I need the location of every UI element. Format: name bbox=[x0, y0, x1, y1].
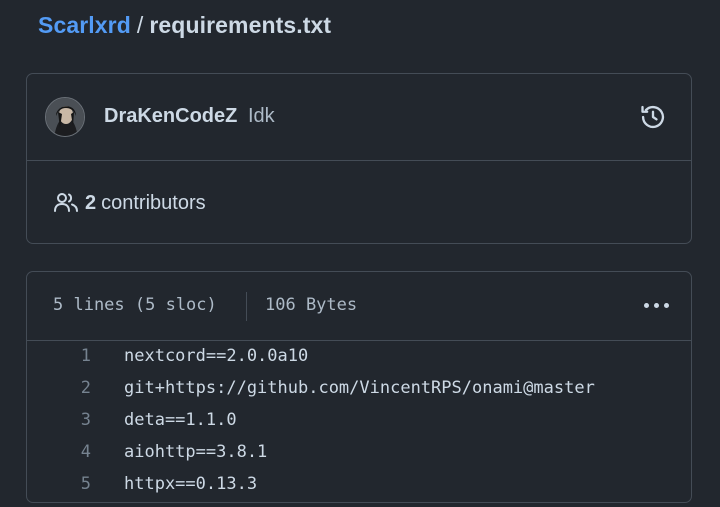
file-size: 106 Bytes bbox=[265, 295, 358, 315]
line-number[interactable]: 1 bbox=[59, 340, 91, 372]
line-number[interactable]: 3 bbox=[59, 404, 91, 436]
line-text: nextcord==2.0.0a10 bbox=[124, 346, 309, 366]
file-viewer: 5 lines (5 sloc) 106 Bytes 1 nextcord==2.… bbox=[26, 271, 692, 503]
line-text: aiohttp==3.8.1 bbox=[124, 442, 268, 462]
line-text: git+https://github.com/VincentRPS/onami@… bbox=[124, 378, 595, 398]
file-name: requirements.txt bbox=[149, 12, 332, 38]
code-line: 2 git+https://github.com/VincentRPS/onami… bbox=[27, 372, 691, 404]
repo-link[interactable]: Scarlxrd bbox=[38, 12, 131, 38]
line-text: httpx==0.13.3 bbox=[124, 474, 258, 494]
contributors-count: 2 bbox=[85, 192, 97, 214]
code-line: 1 nextcord==2.0.0a10 bbox=[27, 340, 691, 372]
code-line: 4 aiohttp==3.8.1 bbox=[27, 436, 691, 468]
code-view: 1 nextcord==2.0.0a10 2 git+https://github.… bbox=[27, 340, 691, 500]
latest-commit-box: DraKenCodeZ Idk 2 contributors bbox=[26, 73, 692, 244]
contributors-row[interactable]: 2 contributors bbox=[27, 161, 691, 245]
code-line: 3 deta==1.1.0 bbox=[27, 404, 691, 436]
code-line: 5 httpx==0.13.3 bbox=[27, 468, 691, 500]
breadcrumb: Scarlxrd / requirements.txt bbox=[38, 12, 331, 39]
line-number[interactable]: 2 bbox=[59, 372, 91, 404]
commit-message[interactable]: Idk bbox=[248, 105, 275, 128]
commit-row: DraKenCodeZ Idk bbox=[27, 74, 691, 161]
line-number[interactable]: 4 bbox=[59, 436, 91, 468]
avatar[interactable] bbox=[45, 97, 85, 137]
breadcrumb-separator: / bbox=[136, 12, 144, 38]
kebab-horizontal-icon[interactable] bbox=[641, 295, 671, 315]
commit-author[interactable]: DraKenCodeZ bbox=[104, 105, 237, 128]
line-text: deta==1.1.0 bbox=[124, 410, 237, 430]
file-header: 5 lines (5 sloc) 106 Bytes bbox=[27, 272, 691, 341]
contributors-label: 2 contributors bbox=[85, 192, 206, 215]
header-divider bbox=[246, 292, 247, 321]
people-icon bbox=[54, 193, 78, 212]
avatar-image bbox=[46, 98, 84, 136]
file-lines-info: 5 lines (5 sloc) bbox=[53, 295, 217, 315]
history-clock-icon[interactable] bbox=[639, 103, 667, 131]
line-number[interactable]: 5 bbox=[59, 468, 91, 500]
contributors-text: contributors bbox=[101, 192, 206, 214]
